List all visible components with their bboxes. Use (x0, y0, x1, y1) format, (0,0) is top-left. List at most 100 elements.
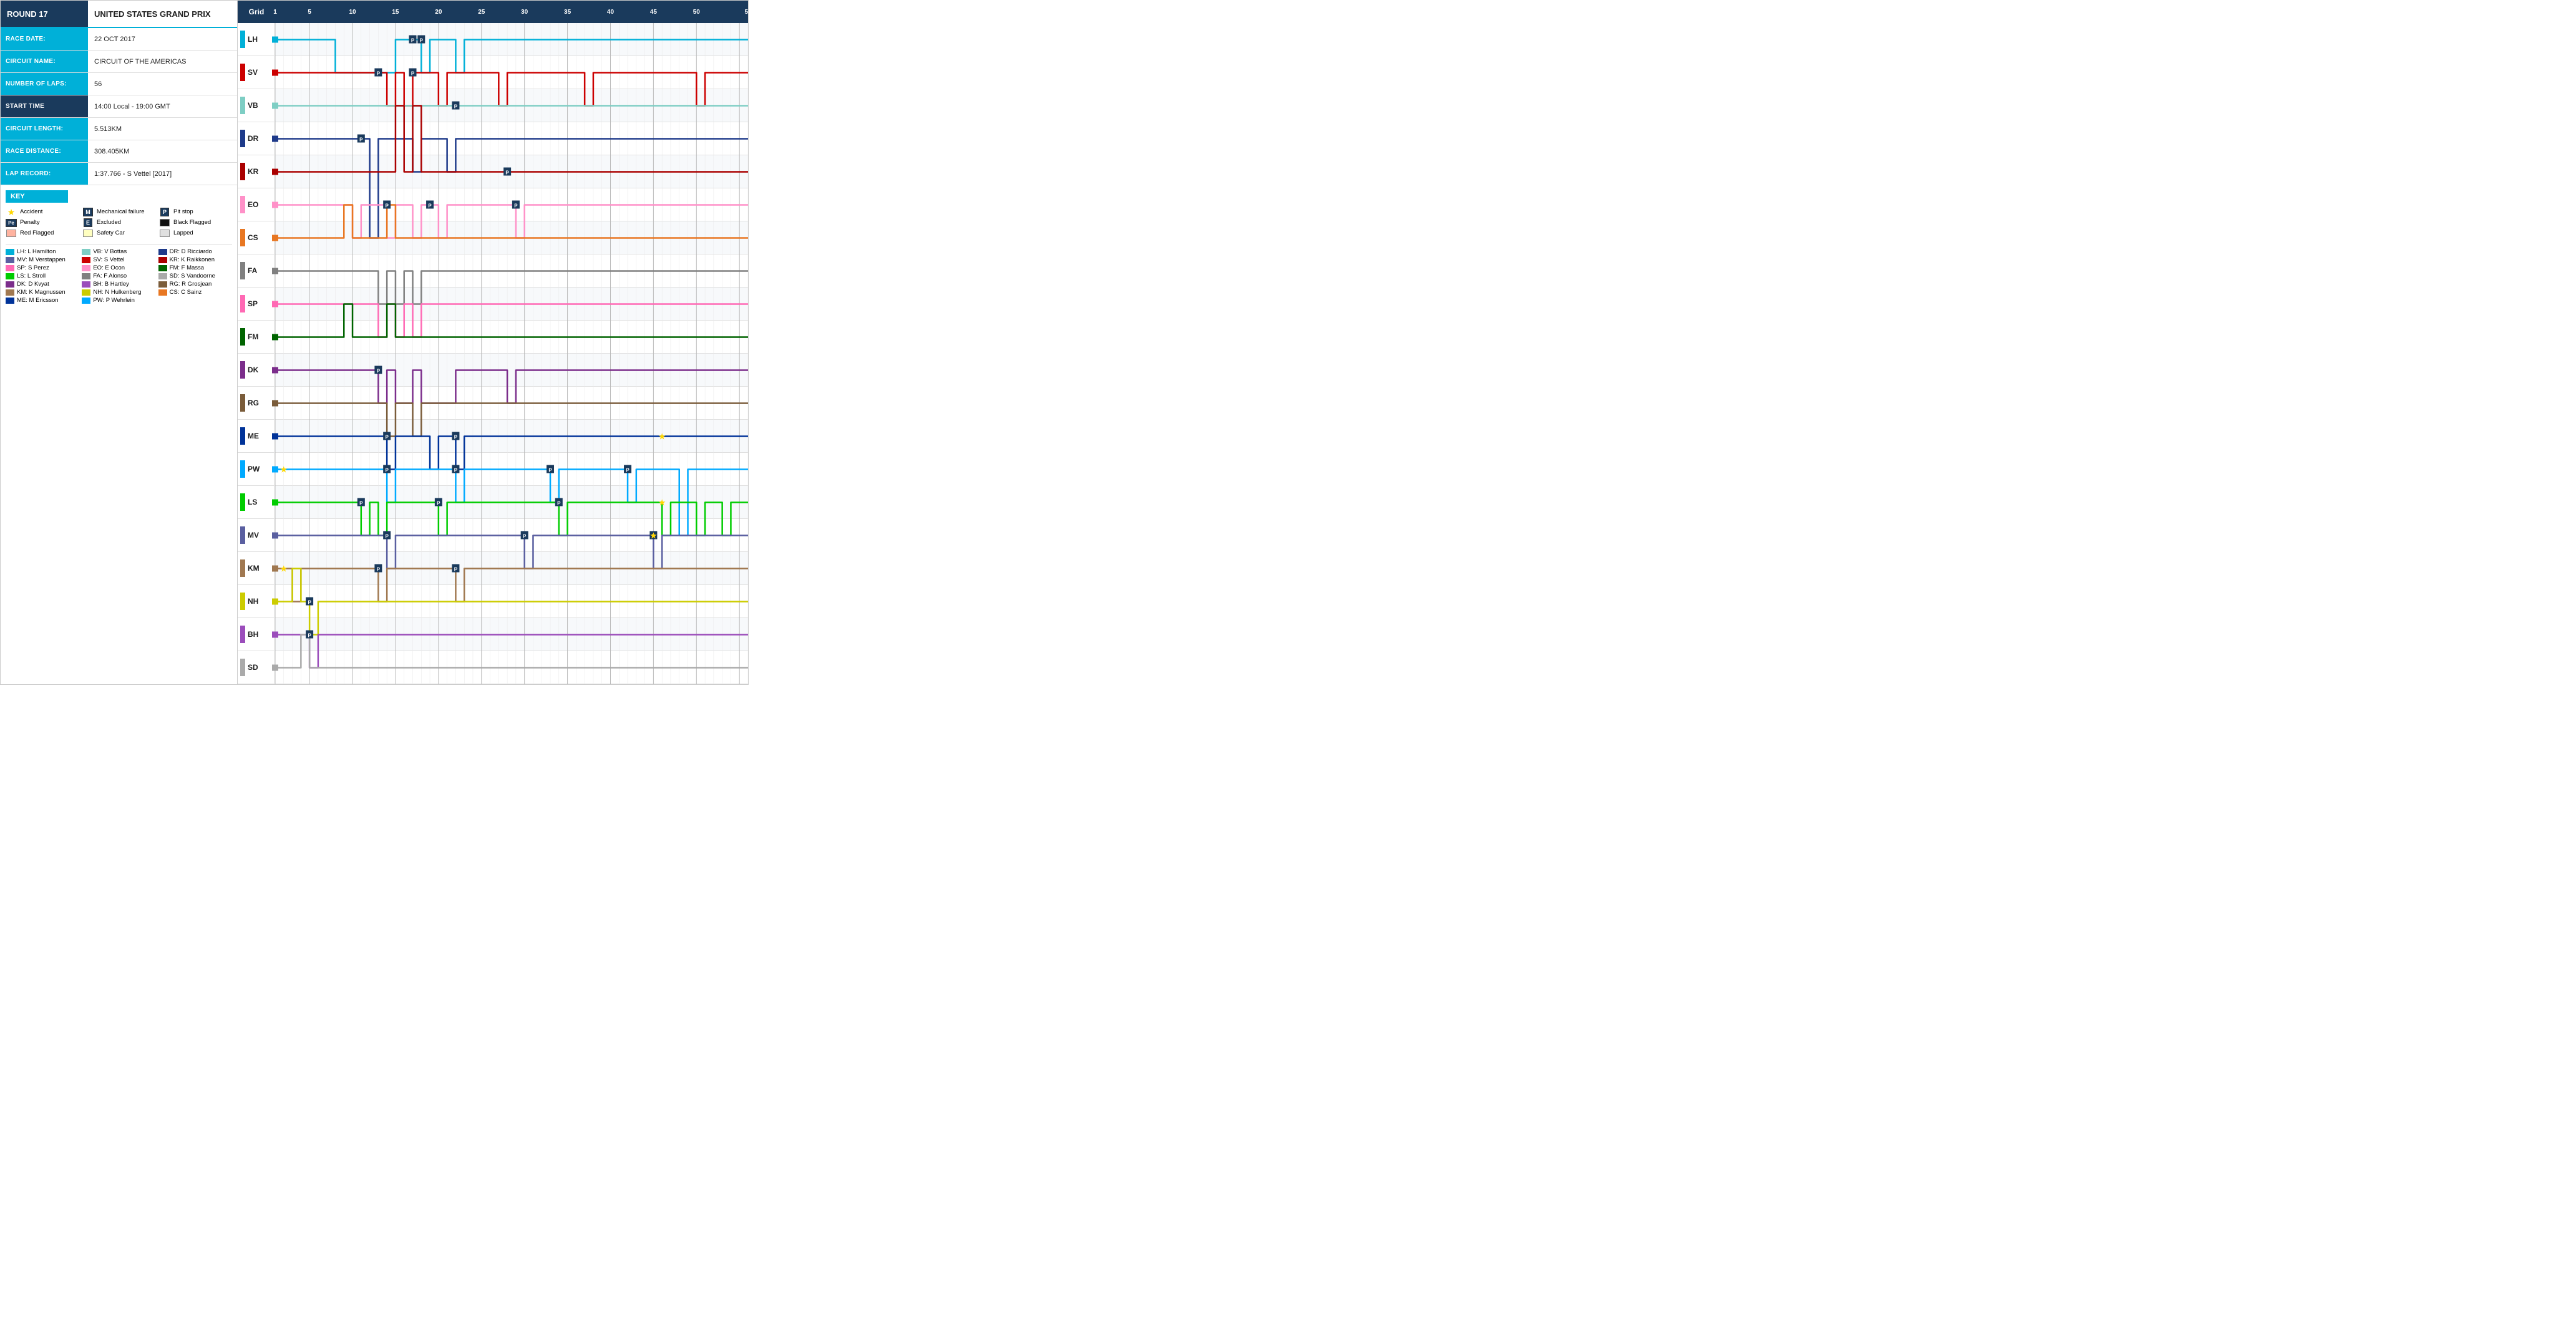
driver-key-label: SP: S Perez (17, 264, 49, 271)
key-symbol-item: MMechanical failure (82, 208, 155, 216)
driver-color-dot (6, 249, 14, 255)
chart-row: ME (238, 420, 748, 453)
canvas-area (275, 254, 748, 288)
driver-color-dot (82, 257, 90, 263)
key-symbol-item: Black Flagged (159, 218, 232, 227)
driver-key-item: BH: B Hartley (82, 281, 155, 288)
canvas-area (275, 585, 748, 618)
driver-key-label: FM: F Massa (170, 264, 204, 271)
chart-row: DR (238, 122, 748, 155)
driver-key-label: VB: V Bottas (93, 248, 127, 255)
lap-record-row: LAP RECORD: 1:37.766 - S Vettel [2017] (1, 163, 237, 185)
race-date-value: 22 OCT 2017 (88, 28, 142, 50)
key-symbol-item: Red Flagged (6, 229, 79, 238)
driver-color-bar (240, 626, 245, 643)
key-symbol-label: Red Flagged (20, 230, 54, 236)
driver-key-item: KR: K Raikkonen (158, 256, 232, 263)
driver-key-label: SV: S Vettel (93, 256, 124, 263)
canvas-area (275, 486, 748, 519)
row-label: EO (238, 188, 275, 221)
driver-key-item: PW: P Wehrlein (82, 297, 155, 304)
row-label: SD (238, 651, 275, 684)
circuit-name-label: CIRCUIT NAME: (1, 51, 88, 72)
key-symbol-label: Black Flagged (173, 219, 211, 226)
driver-key-item: VB: V Bottas (82, 248, 155, 255)
canvas-area (275, 420, 748, 453)
driver-code: ME (248, 432, 259, 440)
driver-color-dot (158, 265, 167, 271)
key-symbol-label: Mechanical failure (97, 208, 145, 215)
key-symbol-label: Lapped (173, 230, 193, 236)
driver-key-item: KM: K Magnussen (6, 289, 79, 296)
num-laps-label: NUMBER OF LAPS: (1, 73, 88, 95)
driver-color-bar (240, 361, 245, 379)
row-label: MV (238, 519, 275, 551)
key-symbol-label: Accident (20, 208, 42, 215)
canvas-area (275, 56, 748, 89)
driver-color-dot (82, 265, 90, 271)
grid-label: Grid (238, 7, 275, 16)
lap-record-label: LAP RECORD: (1, 163, 88, 185)
lap-number: 1 (273, 9, 277, 16)
canvas-area (275, 188, 748, 221)
canvas-area (275, 23, 748, 56)
driver-key-item: FA: F Alonso (82, 273, 155, 279)
driver-code: LH (248, 35, 258, 44)
canvas-area (275, 453, 748, 486)
driver-code: VB (248, 101, 258, 110)
circuit-length-row: CIRCUIT LENGTH: 5.513KM (1, 118, 237, 140)
canvas-area (275, 221, 748, 254)
driver-color-bar (240, 593, 245, 610)
driver-code: SD (248, 663, 258, 672)
chart-row: KM (238, 552, 748, 585)
driver-key-label: RG: R Grosjean (170, 281, 212, 288)
round-row: ROUND 17 UNITED STATES GRAND PRIX (1, 1, 237, 28)
driver-color-bar (240, 196, 245, 213)
driver-color-dot (158, 257, 167, 263)
driver-color-dot (82, 298, 90, 304)
driver-color-bar (240, 262, 245, 279)
right-panel: Grid 1510152025303540455056 LHSVVBDRKREO… (238, 1, 748, 684)
key-symbol-icon (159, 218, 170, 227)
row-label: DR (238, 122, 275, 155)
circuit-name-value: CIRCUIT OF THE AMERICAS (88, 51, 193, 72)
driver-key-item: ME: M Ericsson (6, 297, 79, 304)
canvas-area (275, 552, 748, 585)
driver-key-item: SD: S Vandoorne (158, 273, 232, 279)
lap-number: 25 (478, 9, 485, 16)
driver-code: KR (248, 167, 258, 176)
driver-key-label: MV: M Verstappen (17, 256, 66, 263)
driver-key-label: FA: F Alonso (93, 273, 127, 279)
lap-number: 35 (564, 9, 571, 16)
driver-color-dot (158, 281, 167, 288)
driver-color-bar (240, 97, 245, 114)
key-symbol-item: ★Accident (6, 208, 79, 216)
key-symbol-item: EExcluded (82, 218, 155, 227)
driver-color-dot (6, 281, 14, 288)
driver-color-dot (158, 289, 167, 296)
driver-key-item: CS: C Sainz (158, 289, 232, 296)
chart-row: KR (238, 155, 748, 188)
chart-header: Grid 1510152025303540455056 (238, 1, 748, 23)
chart-row: FA (238, 254, 748, 288)
key-symbol-icon: Pe (6, 218, 17, 227)
driver-key-item: FM: F Massa (158, 264, 232, 271)
canvas-area (275, 89, 748, 122)
driver-key-label: KM: K Magnussen (17, 289, 66, 296)
chart-row: SP (238, 288, 748, 321)
driver-grid: LH: L HamiltonVB: V BottasDR: D Ricciard… (6, 248, 232, 304)
driver-color-dot (158, 249, 167, 255)
driver-key-label: LS: L Stroll (17, 273, 46, 279)
driver-color-dot (82, 289, 90, 296)
row-label: LS (238, 486, 275, 518)
driver-code: EO (248, 200, 258, 209)
key-grid: ★AccidentMMechanical failurePPit stopPeP… (6, 208, 232, 238)
driver-key-label: KR: K Raikkonen (170, 256, 215, 263)
left-panel: ROUND 17 UNITED STATES GRAND PRIX RACE D… (1, 1, 238, 684)
driver-key-label: LH: L Hamilton (17, 248, 56, 255)
row-label: KR (238, 155, 275, 188)
canvas-area (275, 155, 748, 188)
driver-color-dot (6, 265, 14, 271)
row-label: LH (238, 23, 275, 56)
key-symbol-icon (159, 229, 170, 238)
